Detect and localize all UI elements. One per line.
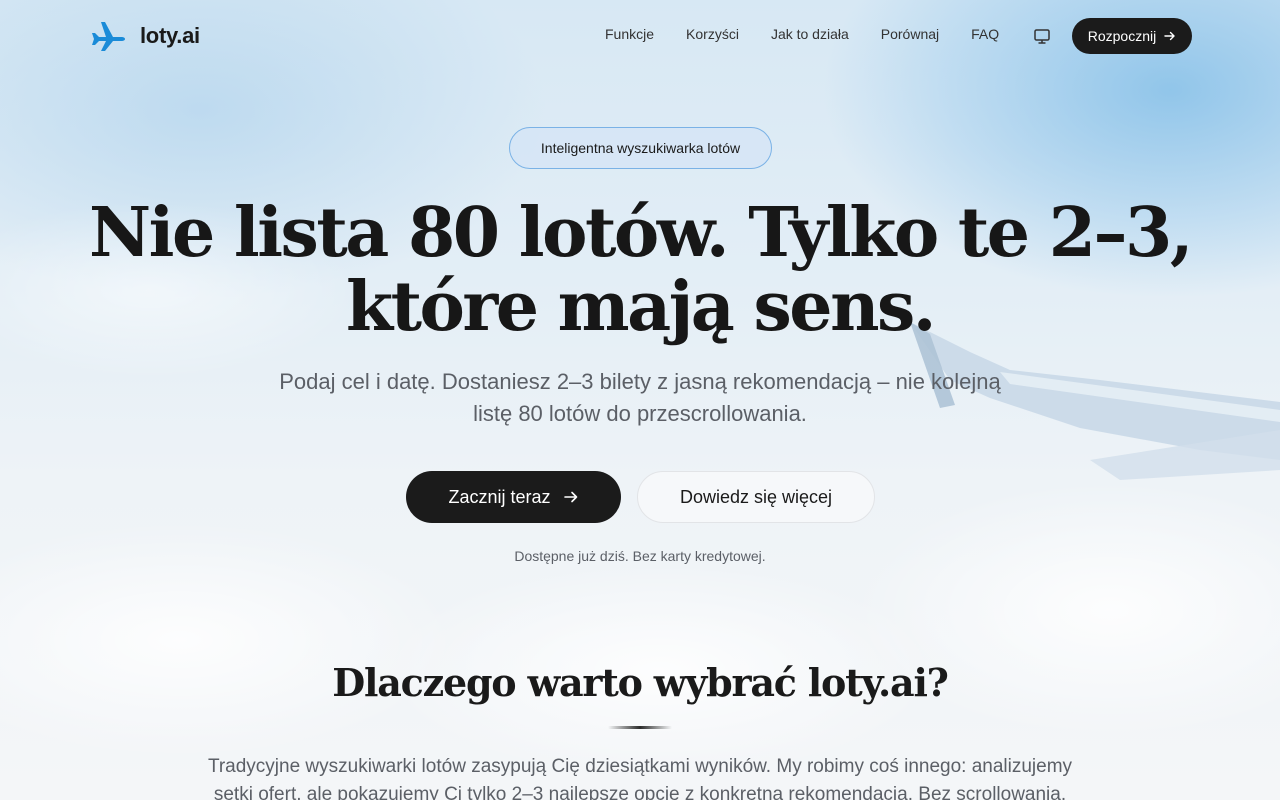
hero-badge: Inteligentna wyszukiwarka lotów: [509, 127, 772, 169]
why-section-text-line2: setki ofert, ale pokazujemy Ci tylko 2–3…: [213, 784, 1067, 800]
hero-title: Nie lista 80 lotów. Tylko te 2–3, które …: [0, 196, 1280, 344]
site-header: loty.ai Funkcje Korzyści Jak to działa P…: [0, 0, 1280, 72]
hero-subtitle-line1: Podaj cel i datę. Dostaniesz 2–3 bilety …: [279, 369, 1001, 394]
monitor-icon[interactable]: [1032, 26, 1052, 46]
start-now-button[interactable]: Zacznij teraz: [406, 471, 621, 523]
main-nav: Funkcje Korzyści Jak to działa Porównaj …: [605, 26, 999, 42]
why-section-text: Tradycyjne wyszukiwarki lotów zasypują C…: [190, 753, 1090, 800]
nav-link-jak-to-dziala[interactable]: Jak to działa: [771, 26, 849, 42]
nav-link-porownaj[interactable]: Porównaj: [881, 26, 939, 42]
logo[interactable]: loty.ai: [90, 19, 200, 53]
start-button[interactable]: Rozpocznij: [1072, 18, 1192, 54]
nav-link-korzysci[interactable]: Korzyści: [686, 26, 739, 42]
start-now-button-label: Zacznij teraz: [448, 486, 551, 507]
why-section-text-line1: Tradycyjne wyszukiwarki lotów zasypują C…: [207, 756, 1073, 777]
hero-subtitle: Podaj cel i datę. Dostaniesz 2–3 bilety …: [240, 366, 1040, 430]
start-button-label: Rozpocznij: [1087, 28, 1157, 44]
arrow-right-icon: [563, 491, 577, 503]
hero-title-line2: które mają sens.: [346, 267, 936, 347]
nav-link-faq[interactable]: FAQ: [971, 26, 999, 42]
hero-title-line1: Nie lista 80 lotów. Tylko te 2–3,: [88, 193, 1194, 273]
airplane-icon: [92, 22, 125, 51]
learn-more-button[interactable]: Dowiedz się więcej: [637, 471, 875, 523]
hero-subtitle-line2: listę 80 lotów do przescrollowania.: [473, 401, 807, 426]
arrow-right-icon: [1164, 31, 1175, 41]
logo-text: loty.ai: [140, 23, 200, 48]
section-divider: [608, 726, 672, 729]
availability-note: Dostępne już dziś. Bez karty kredytowej.: [514, 548, 766, 564]
why-section-title: Dlaczego warto wybrać loty.ai?: [332, 660, 949, 705]
nav-link-funkcje[interactable]: Funkcje: [605, 26, 654, 42]
